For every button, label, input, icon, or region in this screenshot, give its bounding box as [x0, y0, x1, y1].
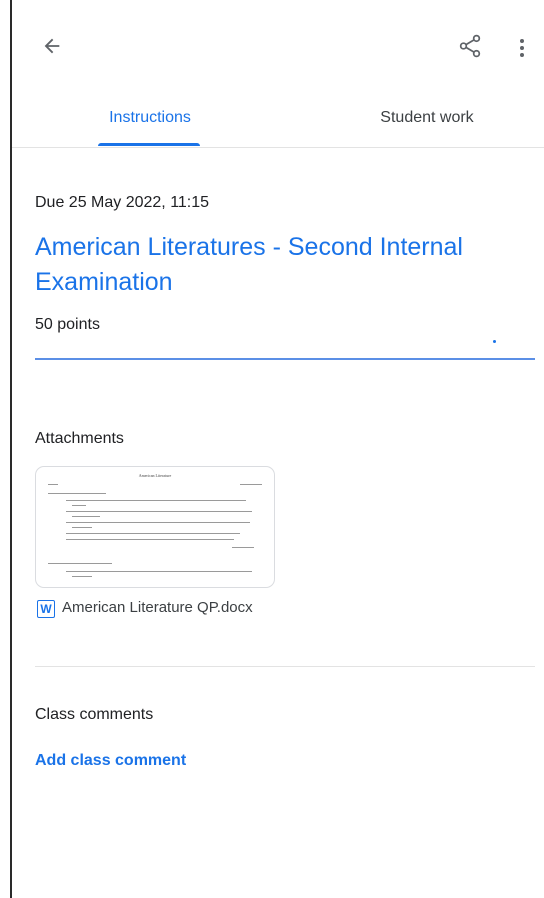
section-divider	[35, 666, 535, 667]
preview-text-line	[72, 505, 86, 506]
preview-text-line	[72, 516, 100, 517]
share-icon	[459, 34, 481, 58]
assignment-title: American Literatures - Second Internal E…	[35, 233, 463, 296]
tab-bar: Instructions Student work	[12, 88, 544, 148]
attachment-file[interactable]: W American Literature QP.docx	[35, 599, 335, 644]
due-date: Due 25 May 2022, 11:15	[35, 194, 210, 211]
tab-instructions[interactable]: Instructions	[70, 88, 230, 148]
class-comments-heading: Class comments	[35, 706, 154, 723]
more-vert-icon	[520, 39, 524, 57]
back-button[interactable]	[36, 28, 68, 64]
points-label: 50 points	[35, 316, 100, 333]
attachment-file-name: American Literature QP.docx	[62, 599, 253, 616]
share-button[interactable]	[452, 28, 488, 64]
preview-text-line	[48, 493, 106, 494]
preview-text-line	[66, 500, 246, 501]
preview-text-line	[66, 511, 252, 512]
preview-text-line	[48, 563, 112, 564]
tab-student-work[interactable]: Student work	[342, 88, 512, 148]
preview-text-line	[66, 571, 252, 572]
preview-text-line	[72, 576, 92, 577]
preview-text-line	[72, 527, 92, 528]
word-doc-icon: W	[37, 600, 55, 618]
attachment-preview[interactable]: American Literature	[35, 466, 275, 588]
description-divider	[35, 358, 535, 360]
attachments-heading: Attachments	[35, 430, 124, 447]
preview-text-line	[66, 539, 234, 540]
preview-text-line	[48, 484, 58, 485]
top-app-bar	[12, 0, 544, 96]
active-tab-indicator	[98, 143, 200, 146]
add-class-comment-link[interactable]: Add class comment	[35, 752, 186, 770]
preview-text-line	[232, 547, 254, 548]
preview-text-line	[66, 522, 250, 523]
scroll-dot	[493, 340, 496, 343]
more-options-button[interactable]	[510, 30, 534, 66]
preview-text-line	[66, 533, 240, 534]
preview-text-line	[240, 484, 262, 485]
arrow-back-icon	[44, 38, 60, 54]
preview-doc-title: American Literature	[138, 473, 172, 478]
